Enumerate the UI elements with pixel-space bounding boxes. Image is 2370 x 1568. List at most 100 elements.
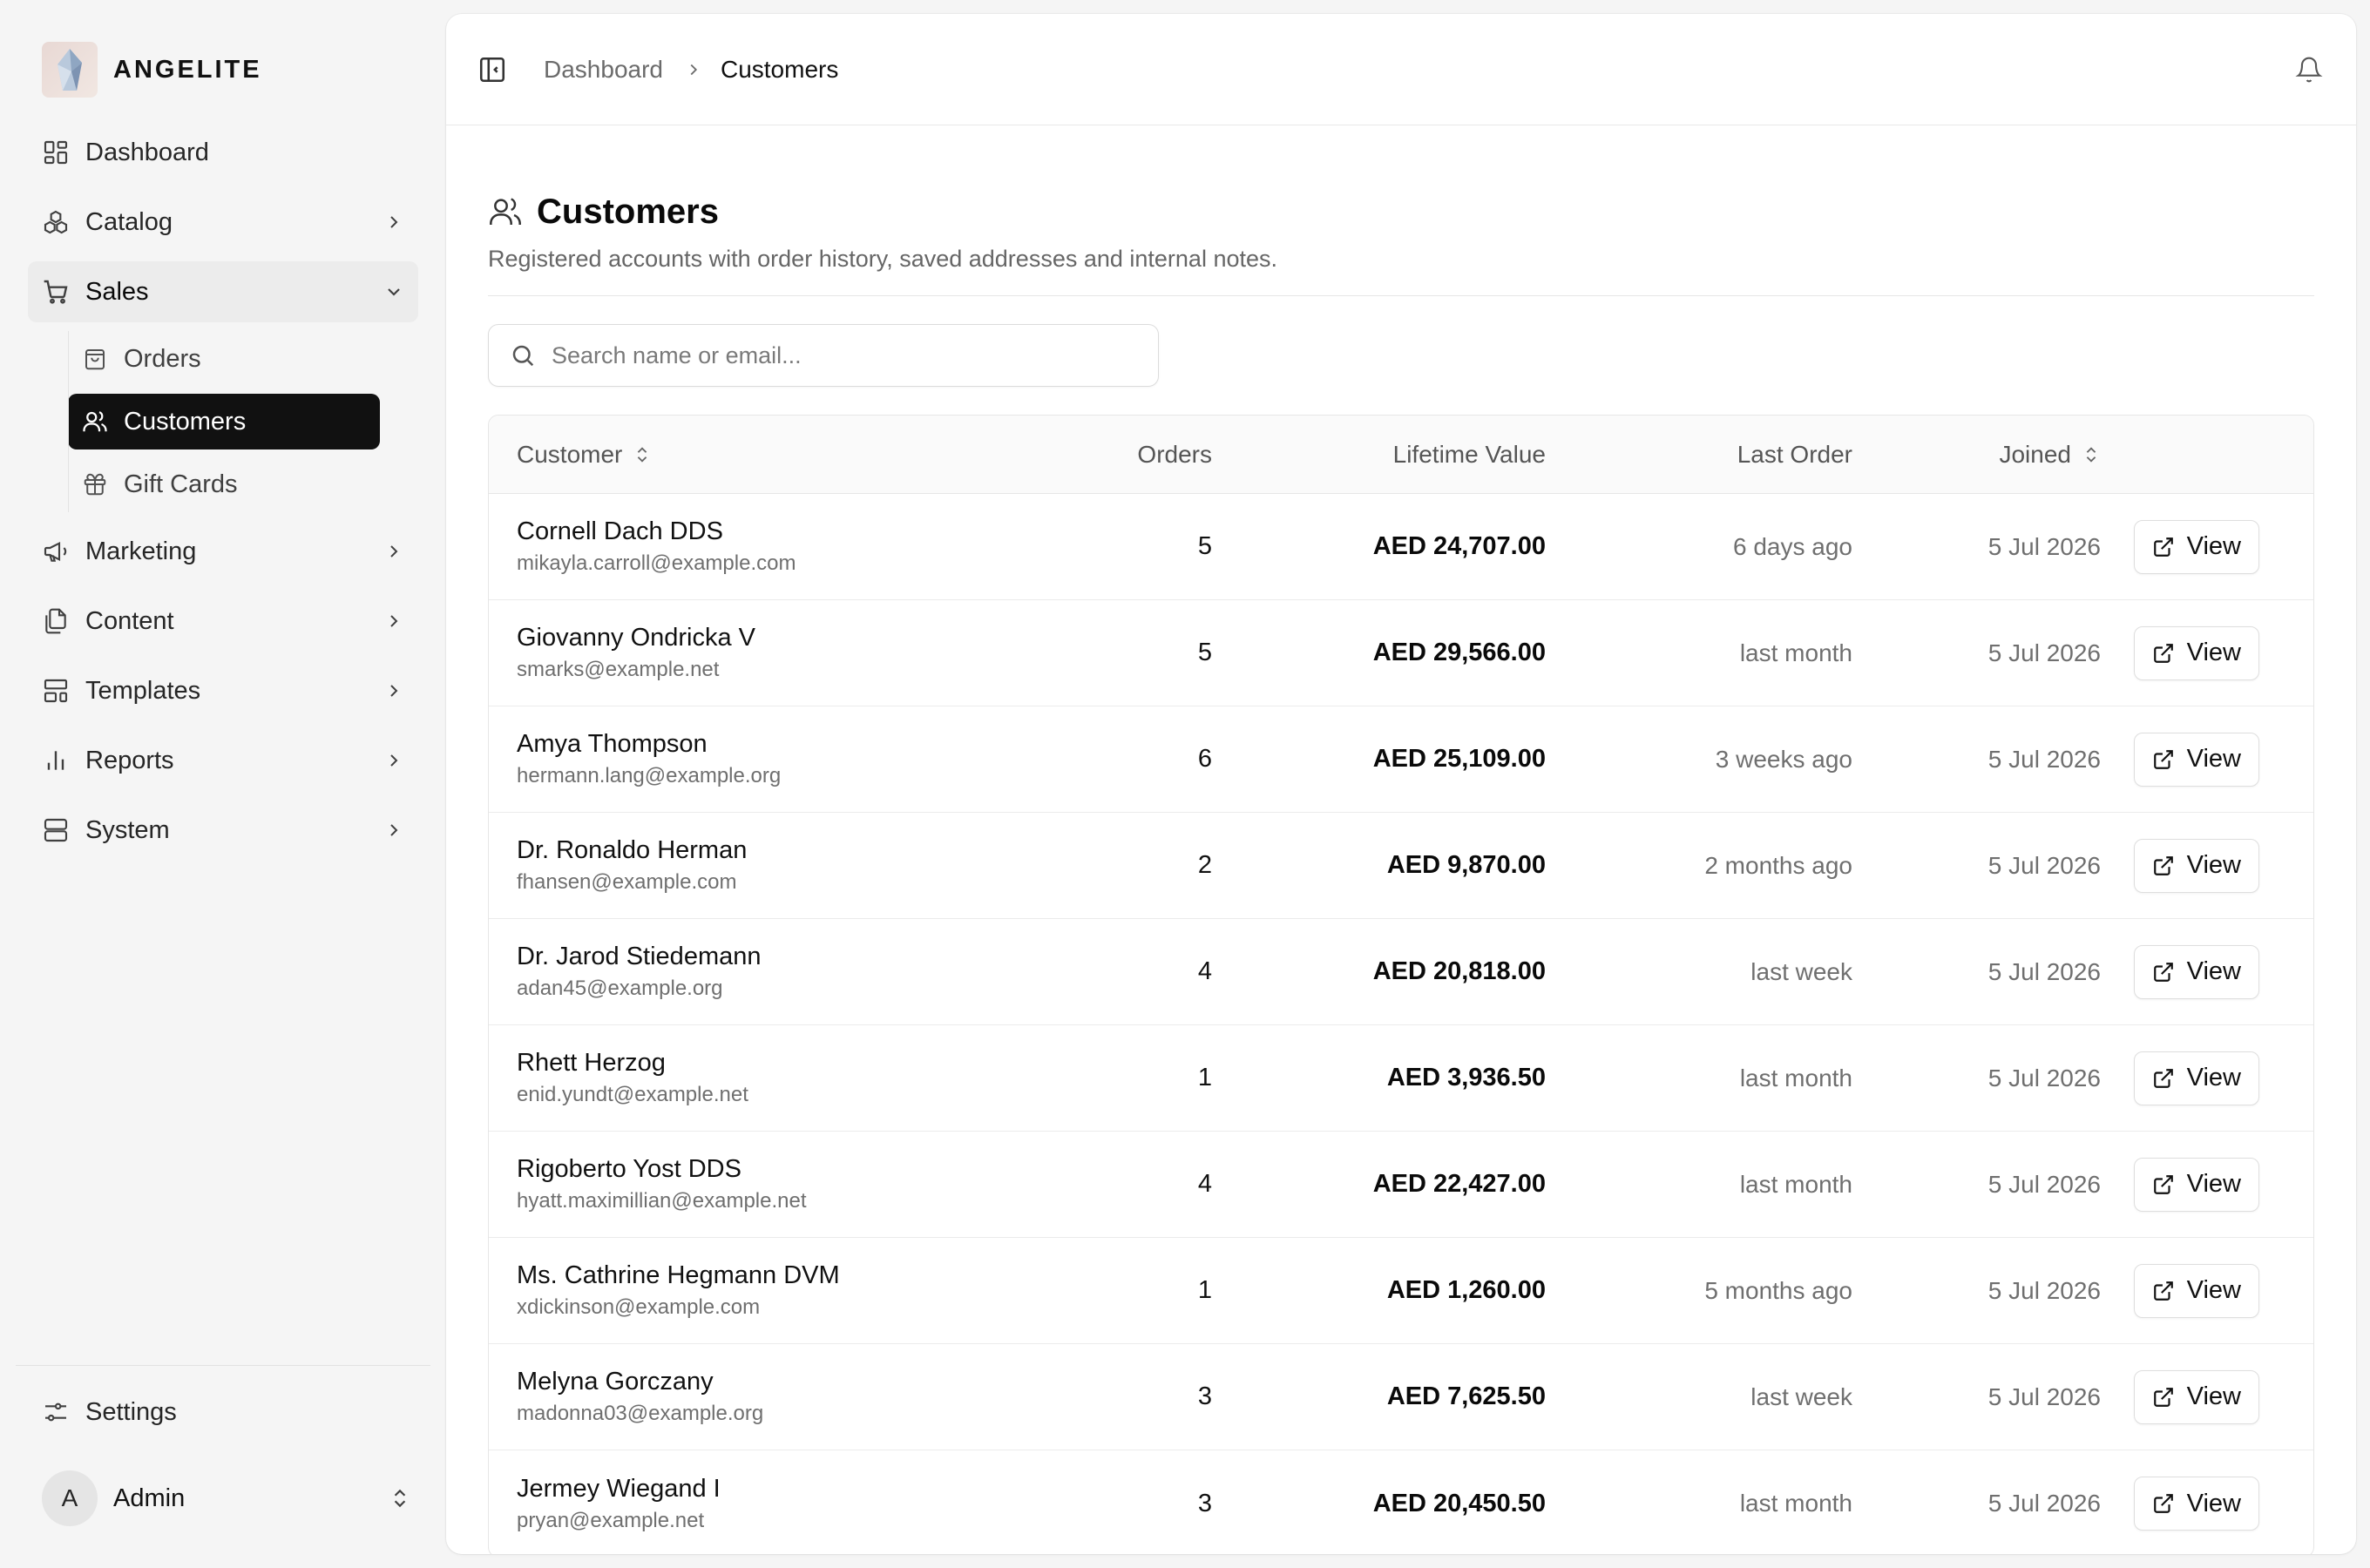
table-row[interactable]: Jermey Wiegand I pryan@example.net 3 AED…	[489, 1450, 2313, 1554]
customer-name[interactable]: Dr. Jarod Stiedemann	[517, 943, 1064, 971]
customer-email: adan45@example.org	[517, 977, 723, 1000]
external-link-icon	[2153, 1387, 2173, 1407]
table-row[interactable]: Cornell Dach DDS mikayla.carroll@example…	[489, 494, 2313, 600]
shopping-cart-icon	[44, 280, 68, 304]
table-row[interactable]: Amya Thompson hermann.lang@example.org 6…	[489, 706, 2313, 813]
sidebar-item-settings[interactable]: Settings	[28, 1382, 418, 1443]
view-button[interactable]: View	[2133, 519, 2259, 574]
action-cell: View	[2101, 1477, 2287, 1531]
chevron-right-icon	[390, 216, 398, 228]
table-row[interactable]: Rigoberto Yost DDS hyatt.maximillian@exa…	[489, 1132, 2313, 1238]
sidebar-item-label: Content	[85, 606, 174, 635]
sidebar-item-label: Dashboard	[85, 138, 209, 166]
customer-name[interactable]: Cornell Dach DDS	[517, 517, 1064, 546]
view-button[interactable]: View	[2133, 1263, 2259, 1318]
chevron-down-icon	[388, 288, 400, 296]
table-row[interactable]: Rhett Herzog enid.yundt@example.net 1 AE…	[489, 1025, 2313, 1132]
lifetime-value: AED 29,566.00	[1372, 639, 1546, 666]
action-cell: View	[2101, 1369, 2287, 1424]
layout-template-icon	[44, 679, 68, 703]
sidebar-item-label: Marketing	[85, 537, 197, 565]
last-order: last week	[1750, 1382, 1852, 1410]
table-row[interactable]: Dr. Jarod Stiedemann adan45@example.org …	[489, 919, 2313, 1025]
last-order: last week	[1750, 957, 1852, 985]
sidebar-divider	[16, 1365, 430, 1366]
page-title: Customers	[537, 192, 719, 231]
sidebar-item-label: Reports	[85, 746, 174, 774]
customer-email: hermann.lang@example.org	[517, 764, 782, 787]
search-input[interactable]	[552, 341, 1127, 369]
view-button[interactable]: View	[2133, 1477, 2259, 1531]
sidebar-item-system[interactable]: System	[28, 800, 418, 861]
view-button[interactable]: View	[2133, 838, 2259, 893]
joined-date: 5 Jul 2026	[1987, 1170, 2101, 1198]
view-button[interactable]: View	[2133, 1051, 2259, 1105]
sidebar-toggle-icon[interactable]	[477, 55, 507, 84]
sidebar-item-catalog[interactable]: Catalog	[28, 192, 418, 253]
sidebar-item-sales[interactable]: Sales	[28, 261, 418, 322]
view-button[interactable]: View	[2133, 732, 2259, 787]
customer-name[interactable]: Rhett Herzog	[517, 1049, 1064, 1078]
view-button[interactable]: View	[2133, 1369, 2259, 1424]
column-label: Customer	[517, 440, 623, 468]
chevron-right-icon	[390, 754, 398, 767]
sidebar-item-content[interactable]: Content	[28, 591, 418, 652]
sidebar-item-gift-cards[interactable]: Gift Cards	[68, 456, 380, 512]
customer-name[interactable]: Amya Thompson	[517, 730, 1064, 759]
customer-email: pryan@example.net	[517, 1508, 705, 1532]
customer-name[interactable]: Rigoberto Yost DDS	[517, 1155, 1064, 1184]
table-row[interactable]: Melyna Gorczany madonna03@example.org 3 …	[489, 1344, 2313, 1450]
view-button-label: View	[2186, 1064, 2241, 1092]
table-row[interactable]: Ms. Cathrine Hegmann DVM xdickinson@exam…	[489, 1238, 2313, 1344]
sidebar-nav: Dashboard Catalog Sales Orders Customers…	[28, 122, 418, 869]
sidebar-item-label: Gift Cards	[124, 470, 238, 498]
lifetime-value: AED 1,260.00	[1386, 1276, 1546, 1304]
customer-email: xdickinson@example.com	[517, 1295, 761, 1319]
breadcrumb-dashboard[interactable]: Dashboard	[544, 56, 663, 84]
lifetime-value: AED 9,870.00	[1386, 851, 1546, 879]
sort-icon[interactable]	[2082, 445, 2101, 464]
sidebar-item-label: Templates	[85, 676, 201, 705]
bell-icon[interactable]	[2295, 56, 2323, 84]
table-row[interactable]: Giovanny Ondricka V smarks@example.net 5…	[489, 600, 2313, 706]
user-menu[interactable]: A Admin	[42, 1470, 411, 1526]
lifetime-value: AED 20,818.00	[1372, 957, 1546, 985]
sidebar-item-orders[interactable]: Orders	[68, 331, 380, 387]
chevron-right-icon	[690, 64, 698, 75]
view-button[interactable]: View	[2133, 625, 2259, 680]
table-body: Cornell Dach DDS mikayla.carroll@example…	[489, 494, 2313, 1554]
joined-date: 5 Jul 2026	[1987, 1490, 2101, 1517]
action-cell: View	[2101, 1263, 2287, 1318]
sidebar-item-dashboard[interactable]: Dashboard	[28, 122, 418, 183]
layout-dashboard-icon	[44, 140, 68, 165]
lifetime-value: AED 22,427.00	[1372, 1170, 1546, 1198]
sidebar-item-templates[interactable]: Templates	[28, 660, 418, 721]
customer-name[interactable]: Melyna Gorczany	[517, 1368, 1064, 1396]
column-last-order: Last Order	[1546, 441, 1852, 469]
lifetime-value: AED 25,109.00	[1372, 745, 1546, 773]
sliders-icon	[45, 1402, 66, 1422]
customer-name[interactable]: Ms. Cathrine Hegmann DVM	[517, 1261, 1064, 1290]
external-link-icon	[2153, 1068, 2173, 1088]
sidebar-item-reports[interactable]: Reports	[28, 730, 418, 791]
bar-chart-icon	[47, 751, 64, 770]
customer-name[interactable]: Dr. Ronaldo Herman	[517, 836, 1064, 865]
customer-name[interactable]: Jermey Wiegand I	[517, 1475, 1064, 1504]
customer-name[interactable]: Giovanny Ondricka V	[517, 624, 1064, 652]
view-button-label: View	[2186, 1276, 2241, 1304]
column-orders: Orders	[1064, 441, 1212, 469]
last-order: last month	[1739, 1064, 1852, 1092]
customer-cell: Rigoberto Yost DDS hyatt.maximillian@exa…	[489, 1155, 1064, 1213]
sidebar-item-marketing[interactable]: Marketing	[28, 521, 418, 582]
last-order: 2 months ago	[1704, 851, 1852, 879]
table-row[interactable]: Dr. Ronaldo Herman fhansen@example.com 2…	[489, 813, 2313, 919]
brand[interactable]: ANGELITE	[42, 42, 262, 98]
view-button-label: View	[2186, 1170, 2241, 1198]
joined-date: 5 Jul 2026	[1987, 532, 2101, 560]
sort-icon[interactable]	[633, 445, 652, 464]
sidebar-item-customers[interactable]: Customers	[68, 394, 380, 449]
view-button[interactable]: View	[2133, 1157, 2259, 1212]
view-button[interactable]: View	[2133, 944, 2259, 999]
sidebar: ANGELITE Dashboard Catalog Sales Orders …	[0, 0, 444, 1568]
customer-cell: Amya Thompson hermann.lang@example.org	[489, 730, 1064, 788]
